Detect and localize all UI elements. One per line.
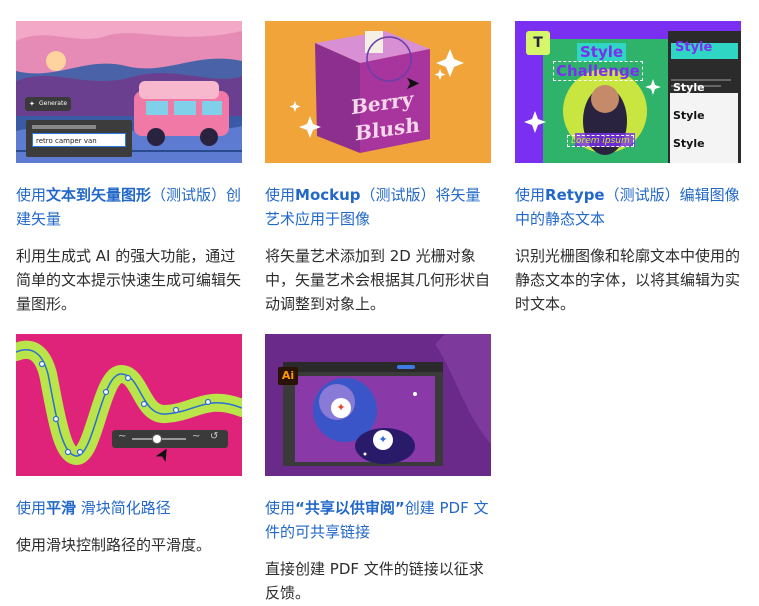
font-panel-item[interactable]: Style (673, 81, 705, 94)
prompt-input[interactable]: retro camper van (32, 133, 126, 147)
generate-button[interactable]: ✦ Generate (25, 97, 71, 111)
comment-pin-icon[interactable]: ✦ (331, 398, 351, 418)
feature-card-retype[interactable]: T Style Challenge Lorem ipsum Style Styl… (515, 21, 741, 316)
card-title[interactable]: 使用“共享以供审阅”创建 PDF 文件的可共享链接 (265, 496, 491, 544)
poster-subtitle: Lorem ipsum (567, 135, 634, 147)
reset-icon[interactable]: ↺ (210, 431, 218, 442)
font-panel-item[interactable]: Style (673, 137, 705, 150)
card-title[interactable]: 使用平滑 滑块简化路径 (16, 496, 242, 520)
ai-app-badge: Ai (278, 367, 298, 385)
comment-pin-icon[interactable]: ✦ (373, 430, 393, 450)
share-for-review-thumbnail[interactable]: Ai ✦ ✦ (265, 334, 491, 476)
sparkle-icon: ✦ (29, 100, 35, 108)
card-description: 利用生成式 AI 的强大功能，通过简单的文本提示快速生成可编辑矢量图形。 (16, 247, 242, 313)
feature-card-smooth[interactable]: ~ ~ ↺ ➤ 使用平滑 滑块简化路径 使用滑块控制路径的平滑度。 (16, 334, 242, 557)
poster-heading-line1: Style (577, 43, 627, 61)
feature-card-mockup[interactable]: ➤ Berry Blush 使用Mockup（测试版）将矢量艺术应用于图像 将矢… (265, 21, 491, 316)
feature-card-text-to-vector[interactable]: ✦ Generate retro camper van 使用文本到矢量图形（测试… (16, 21, 242, 316)
card-description: 使用滑块控制路径的平滑度。 (16, 536, 212, 554)
low-smooth-icon: ~ (118, 431, 127, 442)
feature-card-share-for-review[interactable]: Ai ✦ ✦ 使用“共享以供审阅”创建 PDF 文件的可共享链接 直接创建 PD… (265, 334, 491, 605)
card-title[interactable]: 使用Retype（测试版）编辑图像中的静态文本 (515, 183, 741, 231)
font-panel-item[interactable]: Style (673, 109, 705, 122)
card-title[interactable]: 使用Mockup（测试版）将矢量艺术应用于图像 (265, 183, 491, 231)
smooth-slider-panel[interactable]: ~ ~ ↺ (112, 430, 228, 448)
retype-icon: T (526, 31, 550, 55)
card-description: 将矢量艺术添加到 2D 光栅对象中，矢量艺术会根据其几何形状自动调整到对象上。 (265, 247, 491, 313)
font-panel-item[interactable]: Style (675, 40, 712, 55)
high-smooth-icon: ~ (192, 431, 201, 442)
poster-heading-line2: Challenge (553, 61, 643, 81)
card-description: 识别光栅图像和轮廓文本中使用的静态文本的字体，以将其编辑为实时文本。 (515, 247, 741, 313)
card-description: 直接创建 PDF 文件的链接以征求反馈。 (265, 560, 484, 602)
prompt-panel: retro camper van (26, 120, 132, 157)
card-title[interactable]: 使用文本到矢量图形（测试版）创建矢量 (16, 183, 242, 231)
retype-thumbnail[interactable]: T Style Challenge Lorem ipsum Style Styl… (515, 21, 741, 163)
mockup-thumbnail[interactable]: ➤ Berry Blush (265, 21, 491, 163)
text-to-vector-thumbnail[interactable]: ✦ Generate retro camper van (16, 21, 242, 163)
smooth-thumbnail[interactable]: ~ ~ ↺ ➤ (16, 334, 242, 476)
